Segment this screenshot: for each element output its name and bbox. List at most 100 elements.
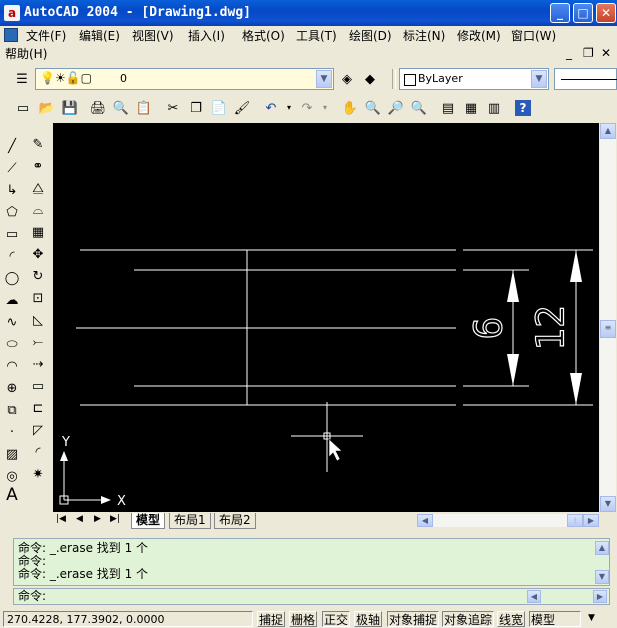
point-icon[interactable]: · [2, 422, 22, 442]
line-icon[interactable]: ╱ [2, 136, 22, 156]
construction-line-icon[interactable]: ⟋ [2, 158, 22, 178]
publish-icon[interactable]: 📋 [134, 98, 154, 118]
horizontal-scroll-thumb[interactable]: ⦙ [567, 514, 583, 527]
rectangle-icon[interactable]: ▭ [2, 224, 22, 244]
command-input[interactable]: 命令: ◀ ▶ [13, 588, 610, 605]
zoom-previous-icon[interactable]: 🔍 [409, 98, 429, 118]
menu-view[interactable]: 视图(V) [132, 28, 174, 44]
ortho-toggle[interactable]: 正交 [322, 611, 351, 627]
polyline-icon[interactable]: ↳ [2, 180, 22, 200]
paste-icon[interactable]: 📄 [209, 98, 229, 118]
menu-file[interactable]: 文件(F) [26, 28, 66, 44]
menu-window[interactable]: 窗口(W) [511, 28, 556, 44]
menu-tools[interactable]: 工具(T) [296, 28, 337, 44]
make-block-icon[interactable]: ⧉ [2, 400, 22, 420]
layer-dropdown[interactable]: 💡☀🔓▢ 0 ▼ [35, 68, 334, 90]
tab-model[interactable]: 模型 [131, 513, 166, 529]
menu-draw[interactable]: 绘图(D) [349, 28, 392, 44]
zoom-window-icon[interactable]: 🔎 [386, 98, 406, 118]
spline-icon[interactable]: ∿ [2, 312, 22, 332]
menu-format[interactable]: 格式(O) [242, 28, 285, 44]
insert-block-icon[interactable]: ⊕ [2, 378, 22, 398]
revision-cloud-icon[interactable]: ☁ [2, 290, 22, 310]
trim-icon[interactable]: ⤚ [28, 332, 48, 352]
save-icon[interactable]: 💾 [60, 98, 80, 118]
stretch-icon[interactable]: ◺ [28, 310, 48, 330]
redo-dropdown-icon[interactable]: ▾ [315, 98, 335, 118]
multiline-text-icon[interactable]: A [2, 485, 22, 505]
tab-prev-icon[interactable]: ◀ [76, 514, 83, 524]
chevron-down-icon[interactable]: ▼ [531, 70, 547, 88]
print-preview-icon[interactable]: 🔍 [111, 98, 131, 118]
make-current-layer-icon[interactable]: ◈ [337, 69, 357, 89]
properties-icon[interactable]: ▤ [438, 98, 458, 118]
scroll-up-icon[interactable]: ▲ [600, 123, 616, 139]
vertical-scrollbar[interactable]: ▲ ≡ ▼ [600, 123, 616, 512]
menu-edit[interactable]: 编辑(E) [79, 28, 120, 44]
tab-layout1[interactable]: 布局1 [169, 513, 211, 529]
new-file-icon[interactable]: ▭ [13, 98, 33, 118]
scroll-down-icon[interactable]: ▼ [600, 496, 616, 512]
mirror-icon[interactable]: ⧋ [28, 178, 48, 198]
object-track-toggle[interactable]: 对象追踪 [442, 611, 495, 627]
chevron-down-icon[interactable]: ▼ [316, 70, 332, 88]
print-icon[interactable]: 🖨 [88, 98, 108, 118]
minimize-button[interactable]: _ [550, 3, 570, 23]
redo-icon[interactable]: ↷ [297, 98, 317, 118]
tab-next-icon[interactable]: ▶ [94, 514, 101, 524]
array-icon[interactable]: ▦ [28, 222, 48, 242]
break-at-point-icon[interactable]: ▭ [28, 376, 48, 396]
command-scroll-up-icon[interactable]: ▲ [595, 541, 609, 555]
undo-icon[interactable]: ↶ [261, 98, 281, 118]
polygon-icon[interactable]: ⬠ [2, 202, 22, 222]
snap-toggle[interactable]: 捕捉 [257, 611, 286, 627]
region-icon[interactable]: ◎ [2, 466, 22, 486]
command-scroll-left-icon[interactable]: ◀ [527, 590, 541, 603]
zoom-realtime-icon[interactable]: 🔍 [363, 98, 383, 118]
model-toggle[interactable]: 模型 [529, 611, 581, 627]
menu-help[interactable]: 帮助(H) [5, 46, 47, 62]
copy-object-icon[interactable]: ⚭ [28, 156, 48, 176]
move-icon[interactable]: ✥ [28, 244, 48, 264]
tool-palettes-icon[interactable]: ▥ [484, 98, 504, 118]
ellipse-icon[interactable]: ⬭ [2, 334, 22, 354]
scale-icon[interactable]: ⊡ [28, 288, 48, 308]
offset-icon[interactable]: ⌓ [28, 200, 48, 220]
doc-minimize-button[interactable]: _ [566, 46, 572, 60]
copy-icon[interactable]: ❐ [186, 98, 206, 118]
status-menu-icon[interactable]: ▼ [588, 613, 595, 623]
open-file-icon[interactable]: 📂 [37, 98, 57, 118]
command-scroll-right-icon[interactable]: ▶ [593, 590, 607, 603]
scroll-right-icon[interactable]: ▶ [583, 514, 599, 527]
menu-insert[interactable]: 插入(I) [188, 28, 225, 44]
tab-first-icon[interactable]: |◀ [56, 514, 66, 524]
chamfer-icon[interactable]: ◸ [28, 420, 48, 440]
color-dropdown[interactable]: ByLayer ▼ [399, 68, 549, 90]
undo-dropdown-icon[interactable]: ▾ [279, 98, 299, 118]
explode-icon[interactable]: ✷ [28, 464, 48, 484]
hatch-icon[interactable]: ▨ [2, 444, 22, 464]
break-icon[interactable]: ⊏ [28, 398, 48, 418]
close-button[interactable]: ✕ [596, 3, 616, 23]
help-icon[interactable]: ? [515, 100, 531, 116]
maximize-button[interactable]: □ [573, 3, 593, 23]
drawing-canvas[interactable]: 6 12 Y X [53, 123, 599, 512]
layer-previous-icon[interactable]: ◆ [360, 69, 380, 89]
tab-layout2[interactable]: 布局2 [214, 513, 256, 529]
scroll-left-icon[interactable]: ◀ [417, 514, 433, 527]
coordinate-readout[interactable]: 270.4228, 177.3902, 0.0000 [3, 611, 253, 627]
tab-last-icon[interactable]: ▶| [110, 514, 120, 524]
command-scroll-down-icon[interactable]: ▼ [595, 570, 609, 584]
doc-close-button[interactable]: ✕ [601, 46, 611, 60]
design-center-icon[interactable]: ▦ [461, 98, 481, 118]
pan-icon[interactable]: ✋ [340, 98, 360, 118]
object-snap-toggle[interactable]: 对象捕捉 [387, 611, 440, 627]
doc-restore-button[interactable]: ❐ [583, 46, 594, 60]
grid-toggle[interactable]: 栅格 [289, 611, 318, 627]
arc-icon[interactable]: ◜ [2, 246, 22, 266]
erase-icon[interactable]: ✎ [28, 134, 48, 154]
rotate-icon[interactable]: ↻ [28, 266, 48, 286]
linetype-dropdown[interactable] [554, 68, 617, 90]
autocad-app-icon[interactable]: a [4, 5, 20, 21]
menu-dimension[interactable]: 标注(N) [403, 28, 445, 44]
